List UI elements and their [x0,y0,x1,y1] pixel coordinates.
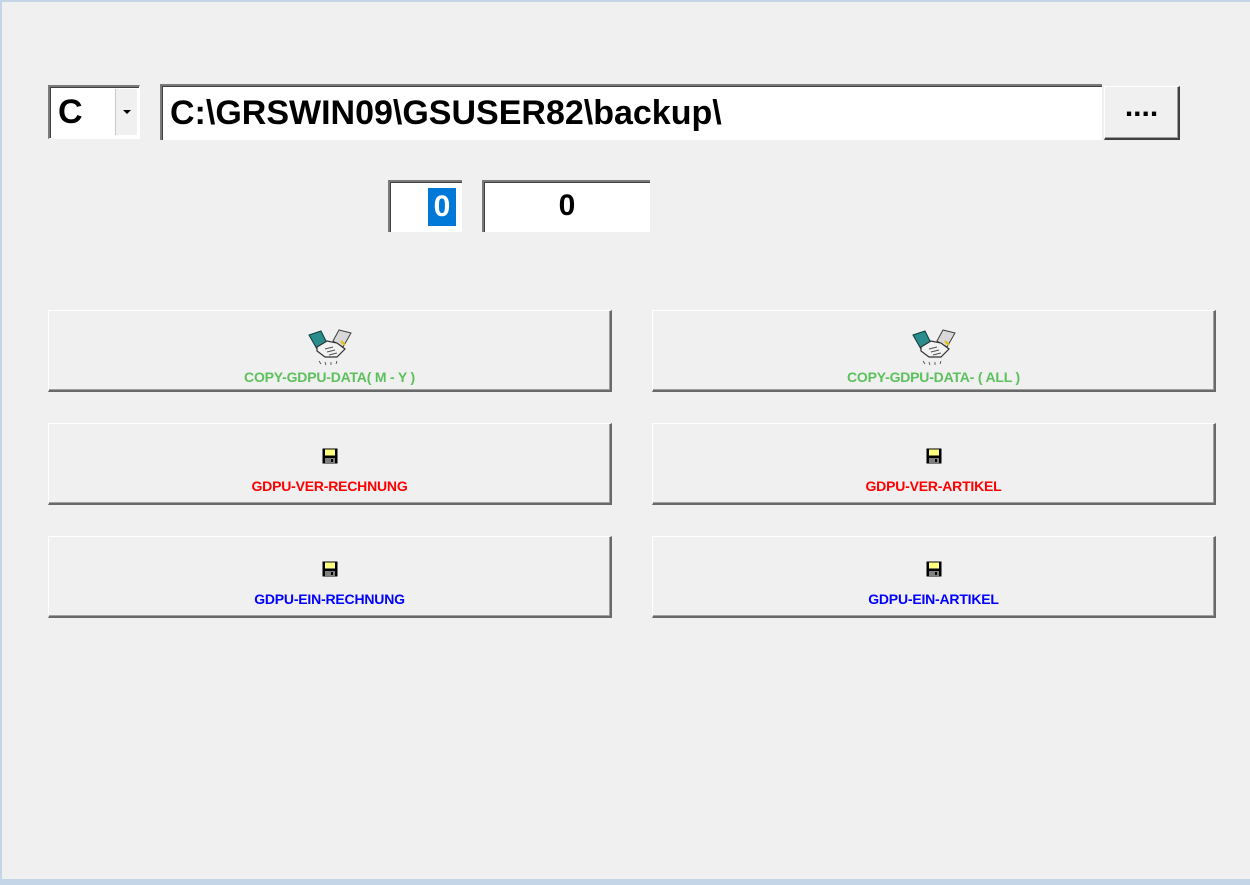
handshake-icon [307,329,352,366]
gdpu-ver-rechnung-button[interactable]: GDPU-VER-RECHNUNG [48,423,612,505]
floppy-disk-icon [926,561,941,577]
browse-button[interactable]: .... [1104,86,1180,140]
backup-path-input[interactable]: C:\GRSWIN09\GSUSER82\backup\ [160,84,1102,140]
button-label: GDPU-EIN-RECHNUNG [254,591,405,607]
floppy-disk-icon [322,448,337,464]
copy-gdpu-data-m-y-button[interactable]: COPY-GDPU-DATA( M - Y ) [48,310,612,392]
copy-gdpu-data-all-button[interactable]: COPY-GDPU-DATA- ( ALL ) [652,310,1216,392]
counter-field-2[interactable]: 0 [482,180,650,232]
floppy-disk-icon [926,448,941,464]
button-label: COPY-GDPU-DATA- ( ALL ) [847,369,1020,385]
gdpu-ver-artikel-button[interactable]: GDPU-VER-ARTIKEL [652,423,1216,505]
floppy-disk-icon [322,561,337,577]
chevron-down-icon [123,110,131,114]
drive-select-value: C [58,93,83,131]
drive-select[interactable]: C [48,85,140,139]
handshake-icon [911,329,956,366]
counter-field-1-value: 0 [428,188,456,226]
counter-field-1[interactable]: 0 [388,180,462,232]
button-label: GDPU-VER-RECHNUNG [251,478,408,494]
dropdown-arrow-button[interactable] [115,89,137,135]
gdpu-ein-artikel-button[interactable]: GDPU-EIN-ARTIKEL [652,536,1216,618]
button-label: COPY-GDPU-DATA( M - Y ) [244,369,415,385]
gdpu-ein-rechnung-button[interactable]: GDPU-EIN-RECHNUNG [48,536,612,618]
button-label: GDPU-VER-ARTIKEL [865,478,1002,494]
backup-path-value: C:\GRSWIN09\GSUSER82\backup\ [170,94,722,132]
button-label: GDPU-EIN-ARTIKEL [868,591,999,607]
